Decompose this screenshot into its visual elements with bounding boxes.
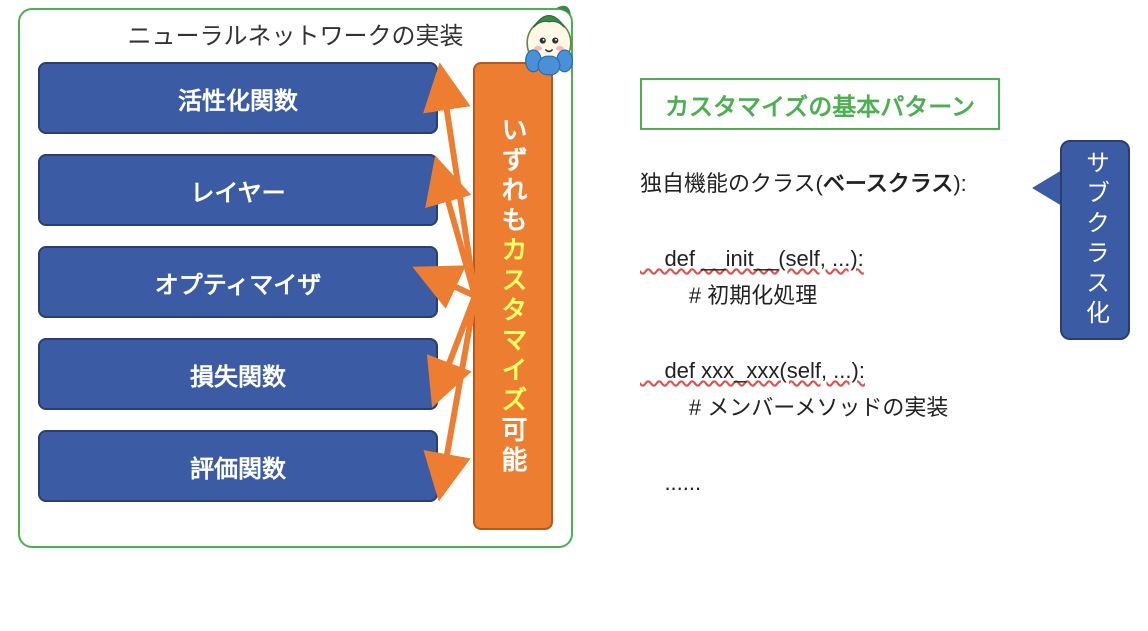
callout-text: サブクラス化 [1078, 150, 1113, 330]
pillar-text-post: 可能 [498, 416, 528, 476]
code-line-2: def __init__(self, ...): [640, 240, 1060, 277]
subclass-callout: サブクラス化 [1030, 140, 1130, 340]
code-line-1: 独自機能のクラス(ベースクラス): [640, 165, 1060, 202]
code-pattern-block: 独自機能のクラス(ベースクラス): def __init__(self, ...… [640, 165, 1060, 502]
item-activation-function: 活性化関数 [38, 62, 438, 134]
item-eval-function: 評価関数 [38, 430, 438, 502]
code-line-blank2 [640, 315, 1060, 352]
item-optimizer: オプティマイザ [38, 246, 438, 318]
code-line-6: ...... [640, 464, 1060, 501]
item-layer: レイヤー [38, 154, 438, 226]
arrow-to-activation [445, 98, 475, 296]
item-loss-function: 損失関数 [38, 338, 438, 410]
left-panel-title: ニューラルネットワークの実装 [20, 16, 571, 51]
pillar-customizable: いずれもカスタマイズ可能 [473, 62, 553, 530]
arrow-to-layer [445, 190, 475, 296]
code-line-blank3 [640, 427, 1060, 464]
code-line-blank1 [640, 202, 1060, 239]
code-line-4: def xxx_xxx(self, ...): [640, 352, 1060, 389]
right-title-text: カスタマイズの基本パターン [665, 87, 975, 122]
left-panel: ニューラルネットワークの実装 活性化関数 レイヤー オプティマイザ 損失関数 評… [18, 8, 573, 548]
arrow-to-loss [445, 296, 475, 374]
pillar-text-highlight: カスタマイズ [498, 236, 528, 416]
code-line-5: # メンバーメソッドの実装 [640, 389, 1060, 426]
mascot-icon [510, 0, 588, 78]
arrow-to-optimizer [445, 282, 475, 296]
callout-body: サブクラス化 [1060, 140, 1130, 340]
right-title-box: カスタマイズの基本パターン [640, 78, 1000, 130]
code-line-3: # 初期化処理 [640, 277, 1060, 314]
pillar-text-pre: いずれも [498, 116, 528, 236]
arrow-to-eval [445, 296, 475, 466]
blue-items-list: 活性化関数 レイヤー オプティマイザ 損失関数 評価関数 [38, 62, 438, 502]
callout-pointer-icon [1032, 170, 1062, 206]
